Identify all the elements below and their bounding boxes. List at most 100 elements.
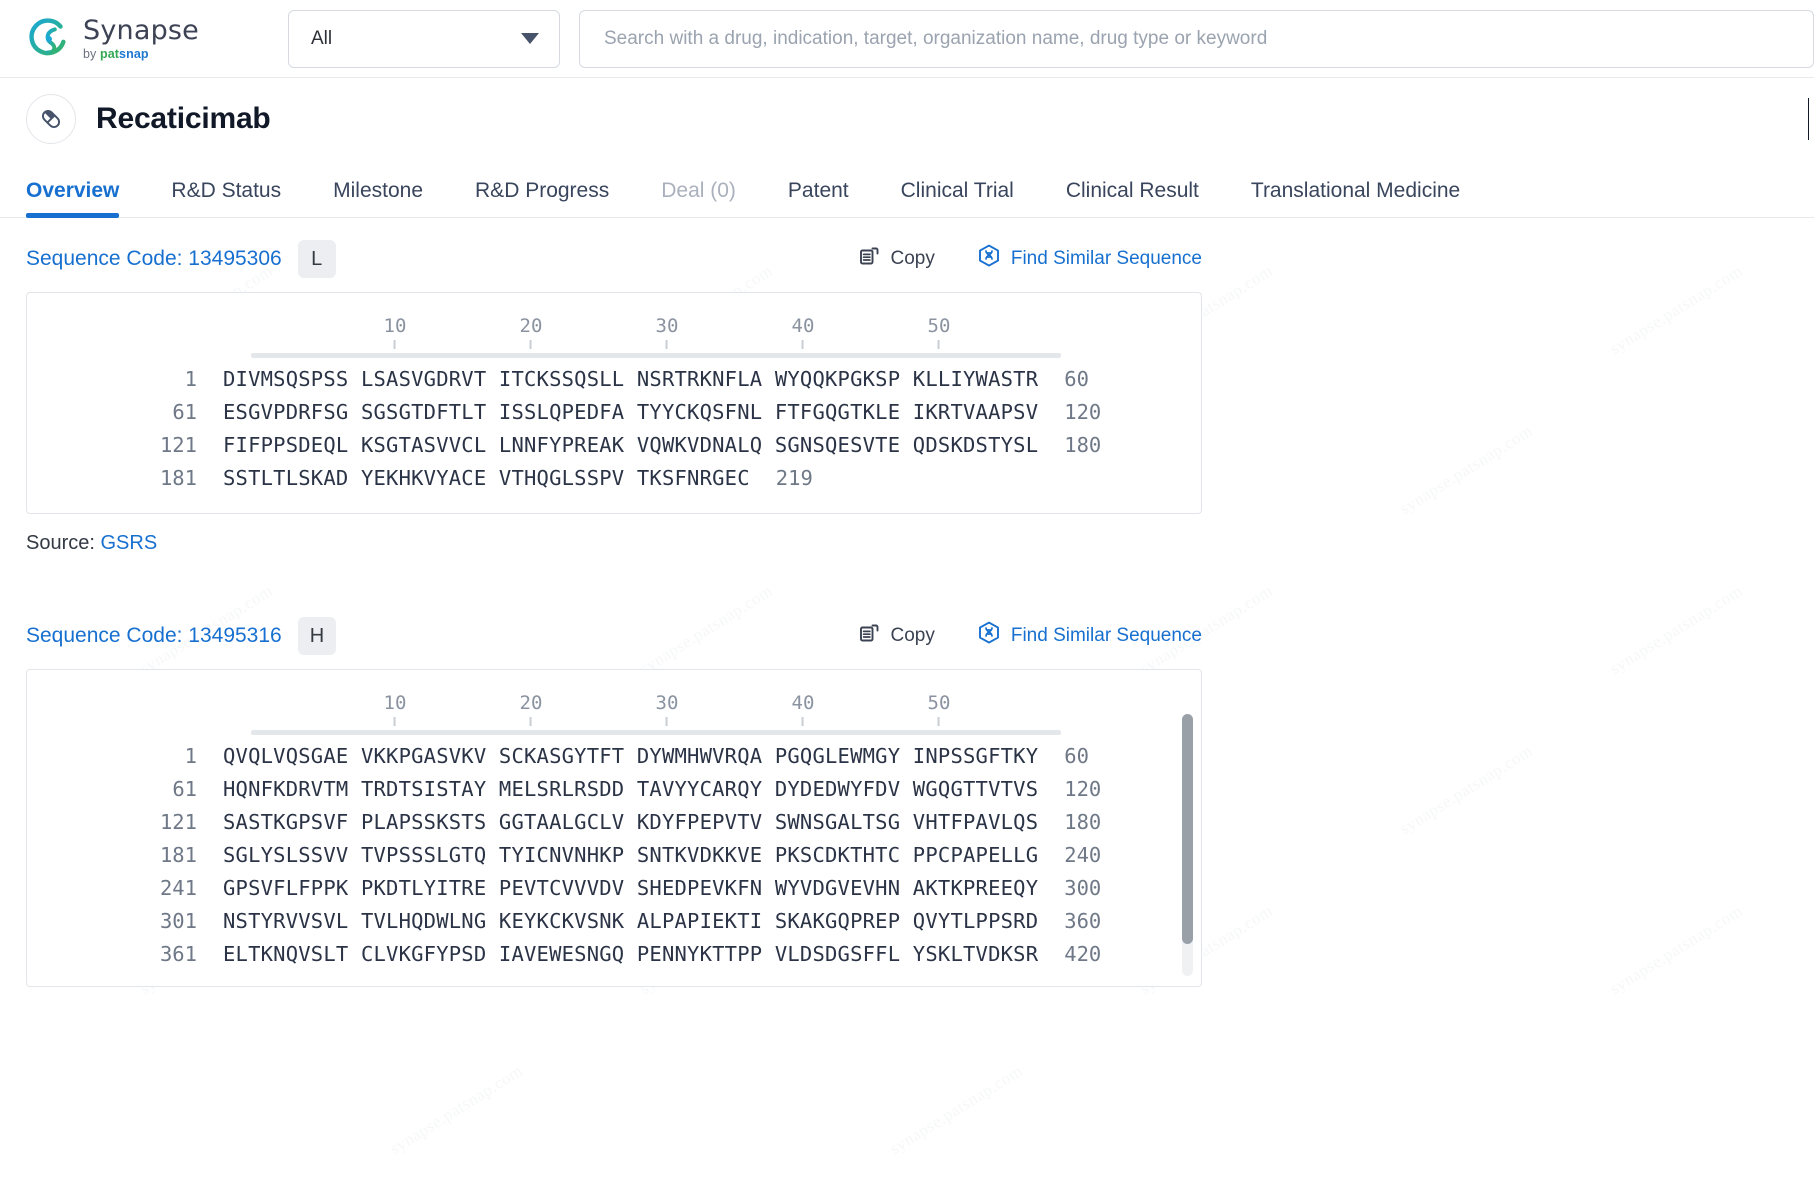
ruler-tick-mark [801,340,804,349]
sequence-row-residues: FIFPPSDEQL KSGTASVVCL LNNFYPREAK VQWKVDN… [223,433,1039,457]
tab-r-d-progress[interactable]: R&D Progress [449,179,635,217]
pill-icon [26,94,76,144]
search-scope-select[interactable]: All [288,9,560,68]
sequence-ruler-1: 10 20 30 40 50 [251,692,1061,740]
ruler-tick-mark [665,717,668,726]
find-similar-sequence-button[interactable]: Find Similar Sequence [977,621,1202,651]
drug-header: Recaticimab [0,78,1814,160]
ruler-line [251,730,1061,735]
tab-bar: Overview R&D Status Milestone R&D Progress D… [0,160,1814,218]
sequence-header-1: Sequence Code: 13495316 H Copy Find Simi… [26,617,1202,655]
sequence-row-residues: GPSVFLFPPK PKDTLYITRE PEVTCVVVDV SHEDPEV… [223,876,1039,900]
sequence-rows-1: 1 QVQLVQSGAE VKKPGASVKV SCKASGYTFT DYWMHW… [51,740,1201,971]
brand-by: by [83,46,100,61]
source-line-0: Source: GSRS [26,532,1814,555]
sequence-row-residues: SASTKGPSVF PLAPSSKSTS GGTAALGCLV KDYFPEP… [223,810,1039,834]
sequence-box-1: 10 20 30 40 50 1 QVQLVQSGAE VKKPGASVKV SCKASG… [26,669,1202,987]
ruler-tick-label: 10 [383,692,407,714]
brand-tagline: by patsnap [83,48,199,61]
sequence-row: 181 SGLYSLSSVV TVPSSSLGTQ TYICNVNHKP SNTK… [51,839,1201,872]
main-content: Sequence Code: 13495306 L Copy Find Simi… [0,240,1814,987]
ruler-tick-label: 50 [927,315,951,337]
tab-deal-0[interactable]: Deal (0) [635,179,762,217]
search-box[interactable] [579,9,1814,68]
tab-clinical-result[interactable]: Clinical Result [1040,179,1225,217]
sequence-box-0: 10 20 30 40 50 1 DIVMSQSPSS LSASVGDRVT ITCKSS… [26,292,1202,514]
sequence-row-start: 121 [159,433,197,457]
ruler-tick-label: 20 [519,315,543,337]
ruler-tick: 20 [519,692,543,726]
sequence-section-0: Sequence Code: 13495306 L Copy Find Simi… [26,240,1814,555]
chevron-down-icon [521,33,539,44]
sequence-row-end: 240 [1064,843,1102,867]
sequence-code-link[interactable]: Sequence Code: 13495306 [26,247,282,271]
ruler-tick: 40 [791,315,815,349]
copy-button[interactable]: Copy [858,245,935,273]
sequence-row-end: 60 [1064,744,1089,768]
tab-overview[interactable]: Overview [26,179,145,218]
sequence-row-residues: SGLYSLSSVV TVPSSSLGTQ TYICNVNHKP SNTKVDK… [223,843,1039,867]
copy-label: Copy [890,248,935,269]
sequence-row-end: 180 [1064,433,1102,457]
sequence-row-start: 301 [159,909,197,933]
sequence-row-start: 361 [159,942,197,966]
ruler-tick: 10 [383,692,407,726]
ruler-tick-mark [529,717,532,726]
sequence-row-residues: DIVMSQSPSS LSASVGDRVT ITCKSSQSLL NSRTRKN… [223,367,1039,391]
sequence-row-residues: HQNFKDRVTM TRDTSISTAY MELSRLRSDD TAVYYCA… [223,777,1039,801]
ruler-tick-mark [937,717,940,726]
brand-logo-block[interactable]: Synapse by patsnap [26,16,258,62]
sequence-row-end: 180 [1064,810,1102,834]
copy-icon [858,245,880,273]
sequence-row: 121 SASTKGPSVF PLAPSSKSTS GGTAALGCLV KDYF… [51,806,1201,839]
ruler-tick-label: 50 [927,692,951,714]
ruler-tick: 40 [791,692,815,726]
sequence-row: 1 DIVMSQSPSS LSASVGDRVT ITCKSSQSLL NSRTRK… [51,363,1201,396]
sequence-scrollbar-thumb[interactable] [1182,714,1193,944]
ruler-tick-mark [937,340,940,349]
source-label: Source: [26,532,95,554]
find-similar-sequence-button[interactable]: Find Similar Sequence [977,244,1202,274]
ruler-tick: 50 [927,692,951,726]
search-scope-value: All [311,27,333,49]
sequence-row-residues: ESGVPDRFSG SGSGTDFTLT ISSLQPEDFA TYYCKQS… [223,400,1039,424]
ruler-tick-label: 40 [791,692,815,714]
ruler-tick-label: 40 [791,315,815,337]
sequence-row-end: 360 [1064,909,1102,933]
sequence-row-start: 181 [159,843,197,867]
tab-clinical-trial[interactable]: Clinical Trial [875,179,1040,217]
tab-r-d-status[interactable]: R&D Status [145,179,307,217]
sequence-row: 181 SSTLTLSKAD YEKHKVYACE VTHQGLSSPV TKSF… [51,462,1201,495]
page-title: Recaticimab [96,102,271,135]
synapse-logo-icon [26,16,72,62]
sequence-row-start: 181 [159,466,197,490]
chain-badge: H [297,617,337,655]
tab-patent[interactable]: Patent [762,179,875,217]
sequence-code-link[interactable]: Sequence Code: 13495316 [26,624,282,648]
brand-pat: pat [99,46,120,61]
brand-snap: snap [119,46,149,61]
sequence-row: 1 QVQLVQSGAE VKKPGASVKV SCKASGYTFT DYWMHW… [51,740,1201,773]
sequence-row-residues: SSTLTLSKAD YEKHKVYACE VTHQGLSSPV TKSFNRG… [223,466,750,490]
sequence-ruler-0: 10 20 30 40 50 [251,315,1061,363]
sequence-row-end: 60 [1064,367,1089,391]
tab-translational-medicine[interactable]: Translational Medicine [1225,179,1486,217]
ruler-tick: 50 [927,315,951,349]
ruler-tick-label: 30 [655,692,679,714]
find-similar-label: Find Similar Sequence [1010,625,1202,646]
ruler-tick-label: 20 [519,692,543,714]
sequence-row-residues: NSTYRVVSVL TVLHQDWLNG KEYKCKVSNK ALPAPIE… [223,909,1039,933]
tab-milestone[interactable]: Milestone [307,179,449,217]
sequence-rows-0: 1 DIVMSQSPSS LSASVGDRVT ITCKSSQSLL NSRTRK… [51,363,1201,495]
ruler-line [251,353,1061,358]
copy-button[interactable]: Copy [858,622,935,650]
chain-badge: L [297,240,336,278]
search-input[interactable] [602,26,1791,51]
dna-hexagon-icon [977,621,1001,651]
copy-icon [858,622,880,650]
source-link[interactable]: GSRS [101,532,158,554]
sequence-section-1: Sequence Code: 13495316 H Copy Find Simi… [26,617,1814,987]
ruler-tick-mark [393,717,396,726]
ruler-tick-mark [665,340,668,349]
copy-label: Copy [890,625,935,646]
